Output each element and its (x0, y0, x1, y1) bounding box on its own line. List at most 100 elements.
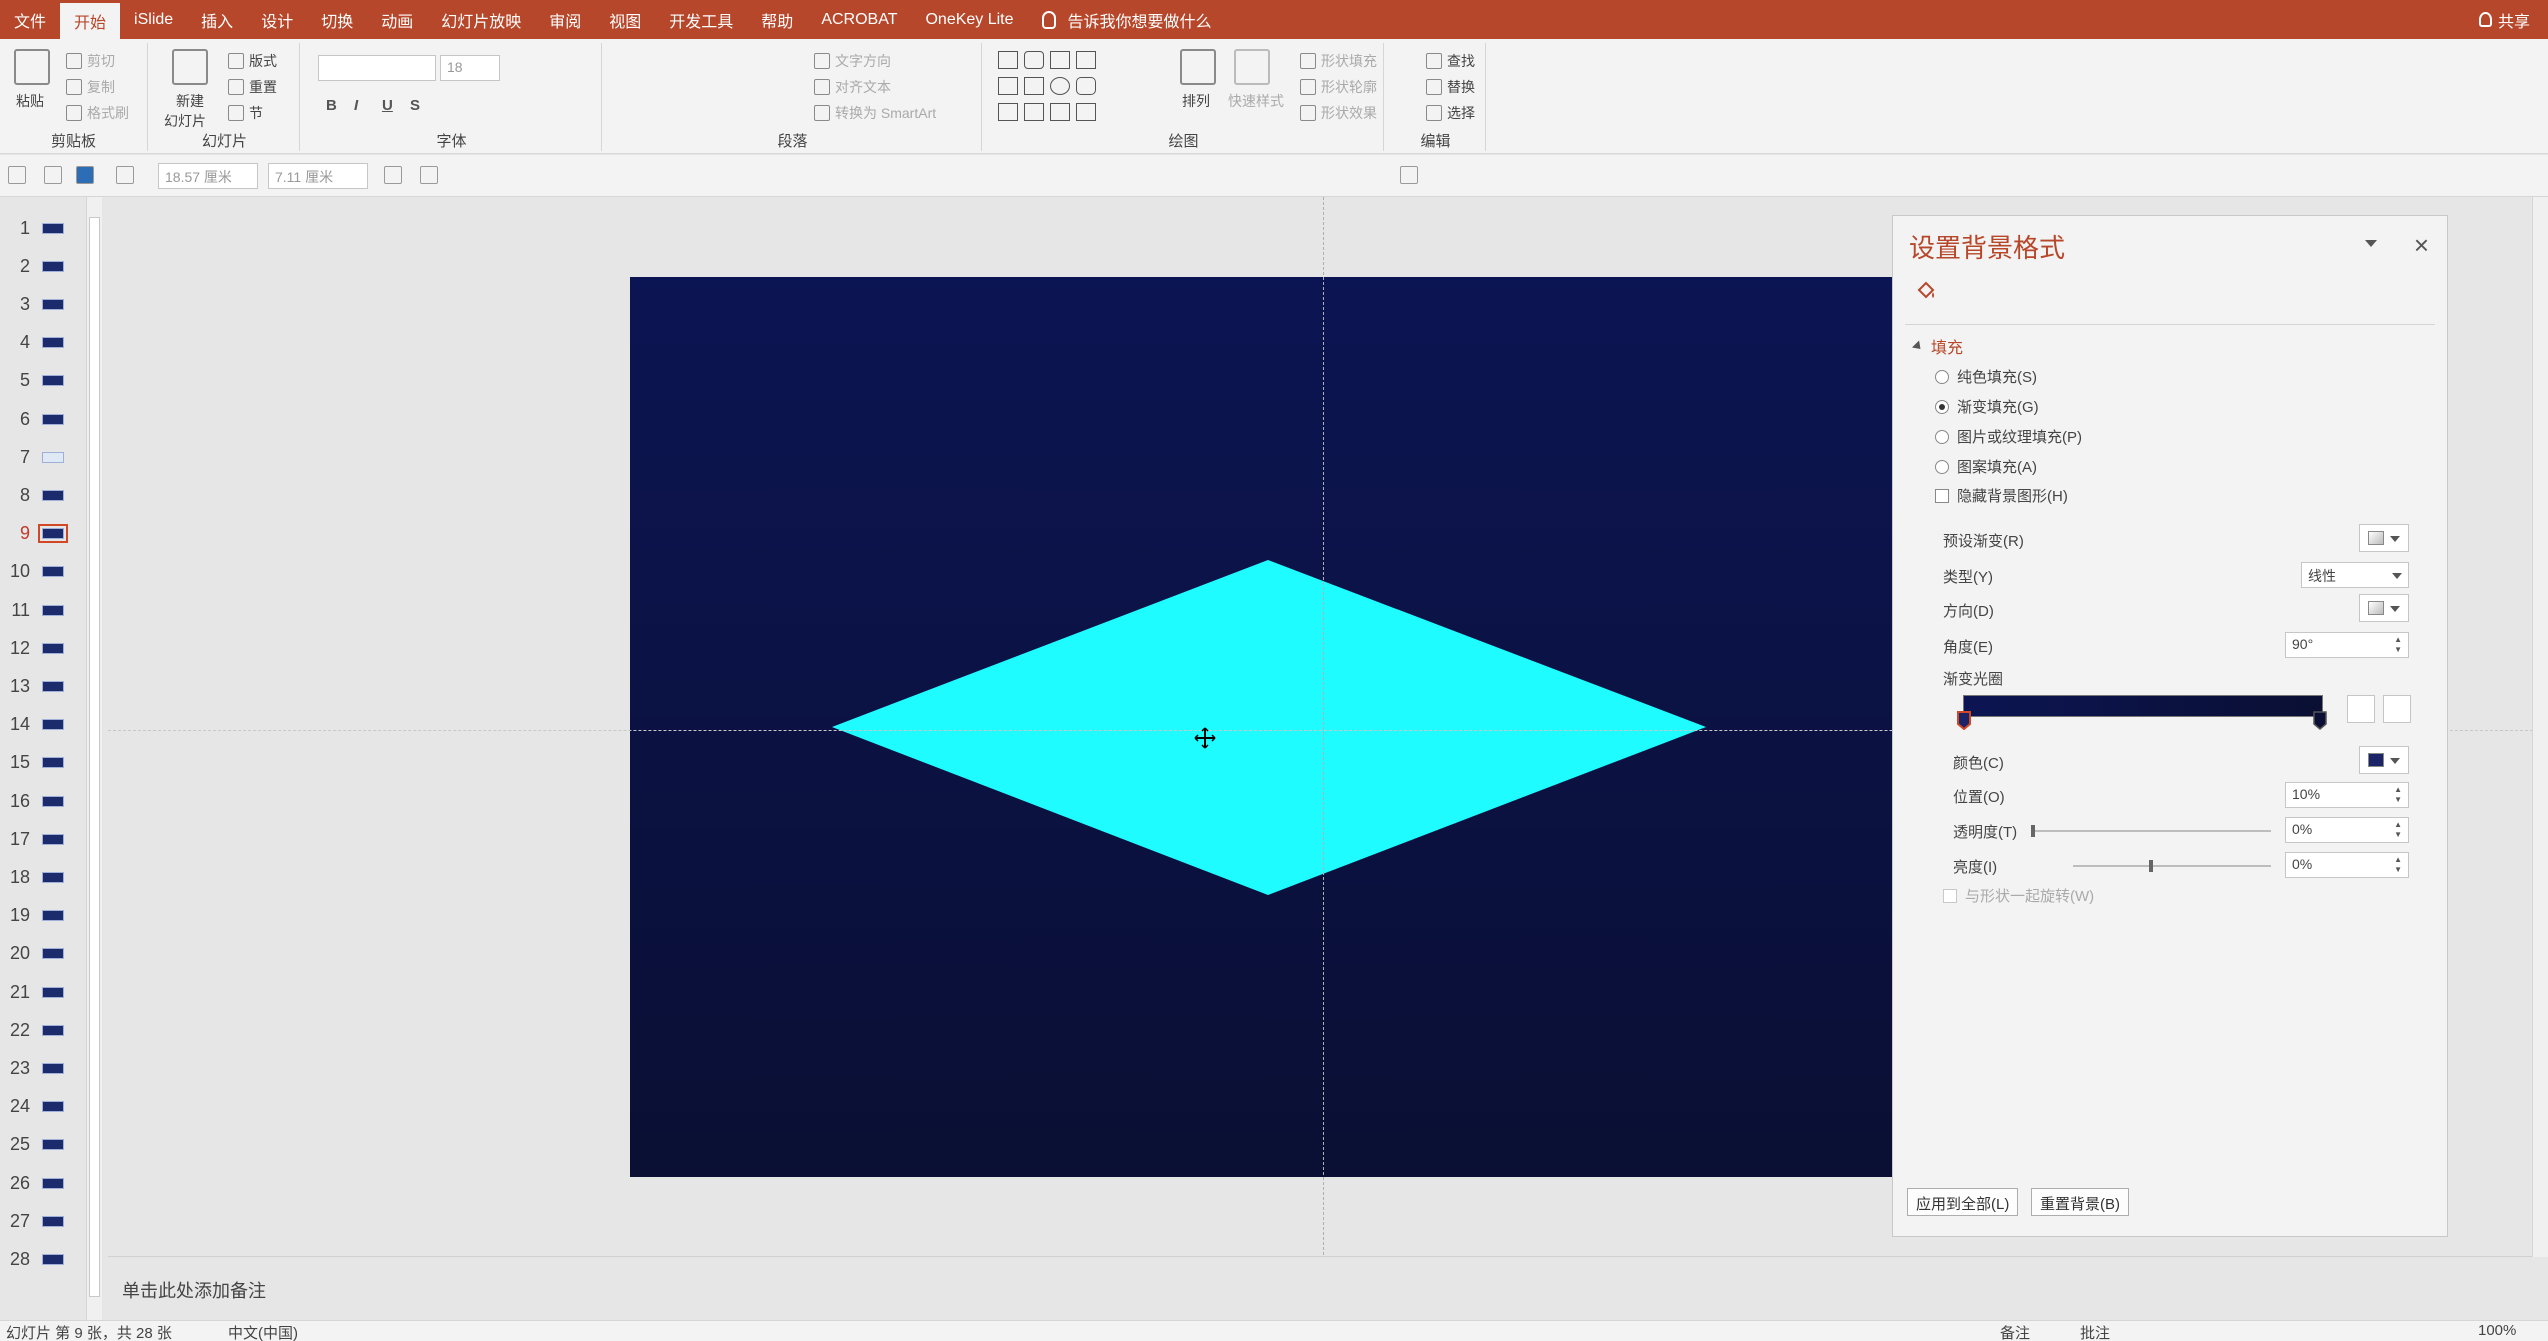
thumbnail-image[interactable] (42, 337, 64, 349)
transparency-spinner[interactable]: 0% ▲ ▼ (2285, 817, 2409, 843)
thumbnail-image[interactable] (42, 1139, 64, 1151)
thumbnail-row[interactable]: 13 (0, 667, 88, 705)
gradient-stops-bar[interactable] (1963, 695, 2323, 717)
thumbnail-image[interactable] (42, 413, 64, 425)
thumbnail-image[interactable] (42, 986, 64, 998)
gradient-fill-option[interactable]: 渐变填充(G) (1935, 396, 2039, 417)
radio-pattern[interactable] (1935, 459, 1949, 474)
close-icon[interactable]: × (2414, 230, 2429, 261)
thumbnail-image[interactable] (42, 566, 64, 578)
thumbnail-row[interactable]: 23 (0, 1049, 88, 1087)
underline-button[interactable]: U (382, 97, 393, 114)
thumbnail-row[interactable]: 14 (0, 706, 88, 744)
position-spinner[interactable]: 10% ▲ ▼ (2285, 782, 2409, 808)
remove-stop-icon[interactable] (2383, 695, 2411, 723)
radio-gradient[interactable] (1935, 399, 1949, 414)
qat-tool2-icon[interactable] (420, 166, 438, 184)
shape-parallelogram-icon[interactable] (998, 51, 1018, 69)
shape-fill-button[interactable]: 形状填充 (1300, 51, 1377, 71)
thumbnail-image[interactable] (42, 222, 64, 234)
thumbnail-image[interactable] (42, 948, 64, 960)
thumbnail-row[interactable]: 27 (0, 1202, 88, 1240)
thumbnail-image[interactable] (42, 795, 64, 807)
align-text-button[interactable]: 对齐文本 (814, 77, 891, 97)
preset-gradient-picker[interactable] (2359, 524, 2409, 552)
tab-design[interactable]: 设计 (247, 0, 307, 39)
hide-bg-checkbox[interactable] (1935, 488, 1949, 503)
spin-up-icon[interactable]: ▲ (2394, 856, 2402, 864)
thumbnail-image[interactable] (42, 1024, 64, 1036)
angle-spinner[interactable]: 90° ▲ ▼ (2285, 632, 2409, 658)
select-button[interactable]: 选择 (1426, 103, 1475, 123)
qat-tool1-icon[interactable] (384, 166, 402, 184)
shape-arrow-icon[interactable] (1024, 103, 1044, 121)
stop-color-picker[interactable] (2359, 746, 2409, 774)
slide[interactable] (630, 277, 2000, 1177)
shape-height-field[interactable]: 7.11 厘米 (268, 163, 368, 189)
thumbnail-image[interactable] (42, 1253, 64, 1265)
tab-animations[interactable]: 动画 (367, 0, 427, 39)
tab-insert[interactable]: 插入 (187, 0, 247, 39)
thumbnail-row[interactable]: 9 (0, 515, 88, 553)
find-button[interactable]: 查找 (1426, 51, 1475, 71)
spin-up-icon[interactable]: ▲ (2394, 786, 2402, 794)
qat-fill-icon[interactable] (76, 166, 94, 184)
thumbnail-row[interactable]: 3 (0, 285, 88, 323)
text-direction-button[interactable]: 文字方向 (814, 51, 891, 71)
thumbnail-row[interactable]: 25 (0, 1126, 88, 1164)
tab-acrobat[interactable]: ACROBAT (807, 0, 911, 39)
thumbnail-image[interactable] (42, 1177, 64, 1189)
section-button[interactable]: 节 (228, 103, 263, 123)
thumbnail-row[interactable]: 15 (0, 744, 88, 782)
shape-rect-icon[interactable] (1024, 77, 1044, 95)
arrange-button[interactable]: 排列 (1182, 91, 1210, 111)
direction-picker[interactable] (2359, 594, 2409, 622)
tab-slideshow[interactable]: 幻灯片放映 (427, 0, 535, 39)
transparency-slider-knob[interactable] (2031, 825, 2035, 837)
thumbnail-image[interactable] (42, 375, 64, 387)
fill-section-header[interactable]: 填充 (1911, 334, 1963, 358)
thumbnail-image[interactable] (42, 1215, 64, 1227)
pattern-fill-option[interactable]: 图案填充(A) (1935, 456, 2037, 477)
thumbnail-image[interactable] (42, 757, 64, 769)
spin-down-icon[interactable]: ▼ (2394, 646, 2402, 654)
bold-button[interactable]: B (326, 97, 337, 114)
thumbnail-row[interactable]: 21 (0, 973, 88, 1011)
tab-developer[interactable]: 开发工具 (655, 0, 747, 39)
thumbnail-row[interactable]: 2 (0, 247, 88, 285)
spin-up-icon[interactable]: ▲ (2394, 821, 2402, 829)
thumbnail-image[interactable] (42, 489, 64, 501)
tab-transitions[interactable]: 切换 (307, 0, 367, 39)
tab-home[interactable]: 开始 (60, 3, 121, 39)
font-size-field[interactable]: 18 (440, 55, 500, 81)
radio-solid[interactable] (1935, 369, 1949, 384)
tab-file[interactable]: 文件 (0, 0, 60, 39)
shape-rounded-icon[interactable] (1024, 51, 1044, 69)
thumbnail-row[interactable]: 22 (0, 1011, 88, 1049)
thumbnail-row[interactable]: 28 (0, 1240, 88, 1278)
scrollbar-thumb[interactable] (89, 217, 100, 1297)
picture-fill-option[interactable]: 图片或纹理填充(P) (1935, 426, 2082, 447)
shape-line-icon[interactable] (998, 77, 1018, 95)
brightness-slider[interactable] (2073, 865, 2271, 867)
thumbnail-image[interactable] (42, 260, 64, 272)
thumbnail-image[interactable] (42, 1062, 64, 1074)
tab-onekey[interactable]: OneKey Lite (911, 0, 1027, 39)
share-button[interactable]: 共享 (2478, 0, 2530, 39)
italic-button[interactable]: I (354, 97, 358, 114)
thumbnail-row[interactable]: 6 (0, 400, 88, 438)
qat-text-icon[interactable] (116, 166, 134, 184)
thumbnail-image[interactable] (42, 680, 64, 692)
spin-down-icon[interactable]: ▼ (2394, 796, 2402, 804)
thumbnail-image[interactable] (42, 451, 64, 463)
thumbnail-image[interactable] (42, 833, 64, 845)
thumbnail-row[interactable]: 12 (0, 629, 88, 667)
hide-bg-graphics-option[interactable]: 隐藏背景图形(H) (1935, 485, 2068, 506)
diamond-polygon[interactable] (832, 560, 1706, 895)
vertical-guide[interactable] (1323, 197, 1324, 1255)
notes-area[interactable]: 单击此处添加备注 (108, 1256, 2548, 1320)
transparency-slider[interactable] (2031, 830, 2271, 832)
shape-down-arrow-icon[interactable] (1050, 103, 1070, 121)
thumbnail-row[interactable]: 10 (0, 553, 88, 591)
canvas-scrollbar[interactable] (2532, 197, 2548, 1257)
